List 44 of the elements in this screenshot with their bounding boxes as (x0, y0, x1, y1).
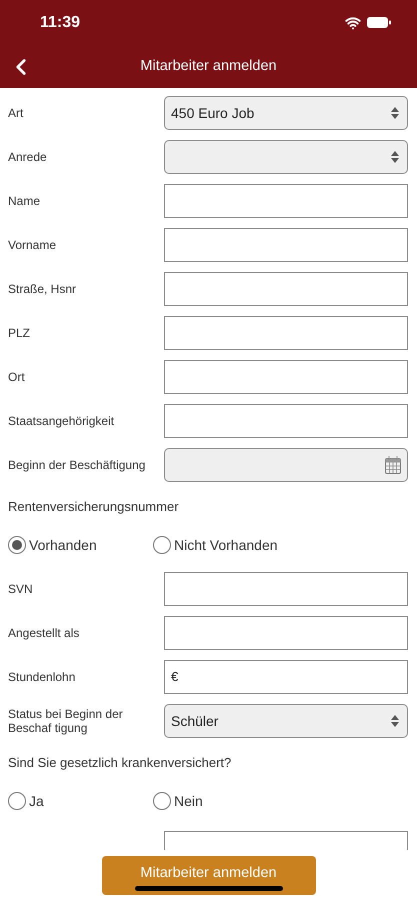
field-label: Straße, Hsnr (8, 282, 78, 296)
field-label: Vorname (8, 238, 58, 252)
field-label: Beginn der Beschäftigung (8, 458, 146, 472)
date-field[interactable] (164, 448, 408, 482)
radio-button[interactable] (153, 792, 171, 810)
input-field[interactable] (164, 360, 408, 394)
input-field[interactable] (164, 572, 408, 606)
question-label: Sind Sie gesetzlich krankenversichert? (8, 754, 232, 772)
input-field[interactable]: € (164, 660, 408, 694)
field-label: Angestellt als (8, 626, 80, 640)
field-label: SVN (8, 582, 34, 596)
radio-label: Ja (29, 792, 44, 810)
input-field[interactable] (164, 272, 408, 306)
status-time: 11:39 (40, 12, 80, 32)
radio-label: Nicht Vorhanden (174, 536, 278, 554)
select-field[interactable] (164, 140, 408, 174)
input-field[interactable] (164, 228, 408, 262)
field-label: Anrede (8, 150, 48, 164)
radio-label: Vorhanden (29, 536, 97, 554)
input-field[interactable] (164, 184, 408, 218)
input-field[interactable] (164, 404, 408, 438)
field-label: Status bei Beginn der Beschaf tigung (8, 707, 124, 735)
field-label: Art (8, 106, 24, 120)
question-label: Rentenversicherungsnummer (8, 498, 180, 516)
input-field[interactable] (164, 316, 408, 350)
field-label: PLZ (8, 326, 32, 340)
radio-label: Nein (174, 792, 203, 810)
page-title: Mitarbeiter anmelden (140, 56, 277, 76)
field-label: Ort (8, 370, 26, 384)
field-label: Staatsangehörigkeit (8, 414, 116, 428)
wifi-icon (345, 14, 361, 30)
battery-icon (367, 17, 391, 28)
select-field[interactable]: 450 Euro Job (164, 96, 408, 130)
field-label: Stundenlohn (8, 670, 76, 684)
field-label: Name (8, 194, 42, 208)
stepper-icon (391, 715, 399, 727)
stepper-icon (391, 151, 399, 163)
input-field[interactable] (164, 616, 408, 650)
stepper-icon (391, 107, 399, 119)
radio-button[interactable] (8, 792, 26, 810)
radio-button[interactable] (8, 536, 26, 554)
radio-button[interactable] (153, 536, 171, 554)
select-field[interactable]: Schüler (164, 704, 408, 738)
calendar-icon (385, 456, 401, 474)
